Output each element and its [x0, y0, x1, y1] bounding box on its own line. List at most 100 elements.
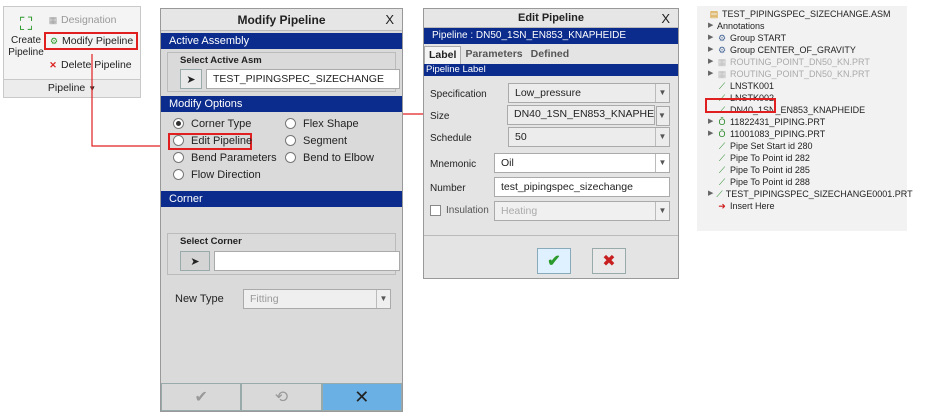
select-corner-button[interactable]: ➤: [180, 251, 210, 271]
radio: [173, 152, 184, 163]
tree-item[interactable]: ⟋ Pipe To Point id 285: [700, 164, 904, 176]
active-assembly-header: Active Assembly: [161, 33, 402, 49]
ok-button[interactable]: ✔: [537, 248, 571, 274]
tree-item-label: 11822431_PIPING.PRT: [730, 117, 826, 127]
asm-icon: ▤: [709, 9, 719, 19]
ok-button[interactable]: ✔: [161, 383, 242, 411]
tab-defined[interactable]: Defined: [527, 46, 574, 64]
part-icon: ▦: [717, 57, 727, 67]
active-asm-group: Select Active Asm ➤ TEST_PIPINGSPEC_SIZE…: [167, 52, 400, 92]
tree-item[interactable]: ⟋ Pipe To Point id 282: [700, 152, 904, 164]
tree-item-label: Pipe To Point id 288: [730, 177, 810, 187]
tree-item-label: Annotations: [717, 21, 765, 31]
tree-item[interactable]: ▶ Annotations: [700, 20, 904, 32]
dialog-title: Edit Pipeline X: [424, 9, 678, 28]
radio: [173, 135, 184, 146]
expand-arrow-icon[interactable]: ▶: [708, 128, 714, 140]
radio: [285, 152, 296, 163]
tree-item[interactable]: ⟋ LNSTK001: [700, 80, 904, 92]
insulation-select[interactable]: Heating ▼: [494, 201, 670, 221]
active-asm-field[interactable]: TEST_PIPINGSPEC_SIZECHANGE: [206, 69, 400, 89]
tree-item[interactable]: ▶ ▦ ROUTING_POINT_DN50_KN.PRT: [700, 68, 904, 80]
number-label: Number: [430, 183, 466, 194]
tab-strip: Label Parameters Defined: [424, 46, 678, 64]
group-icon: ⚙: [717, 33, 727, 43]
pipe-icon: ⟋: [718, 141, 726, 151]
select-corner-field[interactable]: [214, 251, 400, 271]
tree-item-label: TEST_PIPINGSPEC_SIZECHANGE.ASM: [722, 9, 891, 19]
close-icon[interactable]: X: [661, 9, 670, 28]
expand-arrow-icon[interactable]: ▶: [708, 44, 714, 56]
number-field[interactable]: test_pipingspec_sizechange: [494, 177, 670, 197]
tree-item[interactable]: ➜ Insert Here: [700, 200, 904, 212]
modify-options-header: Modify Options: [161, 96, 402, 112]
tree-item[interactable]: ▶ ⟋ TEST_PIPINGSPEC_SIZECHANGE0001.PRT: [700, 188, 913, 200]
group-icon: ⚙: [717, 45, 727, 55]
modify-pipeline-dialog: Modify Pipeline X Active Assembly Select …: [160, 8, 403, 412]
schedule-label: Schedule: [430, 133, 472, 144]
expand-arrow-icon[interactable]: ▶: [708, 20, 714, 32]
option-flow-direction[interactable]: Flow Direction: [173, 169, 261, 186]
tree-item[interactable]: ▶ ⚙ Group CENTER_OF_GRAVITY: [700, 44, 904, 56]
corner-header: Corner: [161, 191, 402, 207]
cancel-button[interactable]: ✕: [321, 383, 402, 411]
radio: [285, 118, 296, 129]
chevron-down-icon: ▼: [655, 128, 669, 146]
fitting-icon: Ō: [718, 117, 726, 127]
tree-item-label: Group CENTER_OF_GRAVITY: [730, 45, 856, 55]
size-select[interactable]: DN40_1SN_EN853_KNAPHEIDE: [507, 105, 655, 125]
tree-item[interactable]: ▶ Ō 11822431_PIPING.PRT: [700, 116, 904, 128]
tree-item-label: 11001083_PIPING.PRT: [730, 129, 826, 139]
select-corner-group: Select Corner ➤: [167, 233, 400, 275]
cancel-button[interactable]: ✖: [592, 248, 626, 274]
option-bend-to-elbow[interactable]: Bend to Elbow: [285, 152, 374, 169]
expand-arrow-icon[interactable]: ▶: [708, 68, 714, 80]
tree-item[interactable]: ⟋ Pipe To Point id 288: [700, 176, 904, 188]
chevron-down-icon: ▼: [655, 154, 669, 172]
option-segment[interactable]: Segment: [285, 135, 347, 152]
option-bend-parameters[interactable]: Bend Parameters: [173, 152, 277, 169]
pipe-icon: ⟋: [716, 189, 723, 199]
fitting-icon: Ō: [718, 129, 726, 139]
tree-item[interactable]: ▤ TEST_PIPINGSPEC_SIZECHANGE.ASM: [700, 8, 904, 20]
select-cursor-button[interactable]: ➤: [180, 69, 202, 89]
radio: [285, 135, 296, 146]
schedule-select[interactable]: 50 ▼: [508, 127, 670, 147]
size-dropdown[interactable]: ▼: [656, 106, 670, 126]
insulation-checkbox[interactable]: Insulation: [430, 205, 489, 216]
tree-item[interactable]: ▶ ▦ ROUTING_POINT_DN50_KN.PRT: [700, 56, 904, 68]
tree-item[interactable]: ⟋ Pipe Set Start id 280: [700, 140, 904, 152]
tree-item-label: Pipe To Point id 282: [730, 153, 810, 163]
edit-pipeline-dialog: Edit Pipeline X Pipeline : DN50_1SN_EN853…: [423, 8, 679, 279]
pipe-icon: ⟋: [718, 165, 726, 175]
insert-arrow-icon: ➜: [718, 201, 726, 211]
pipe-icon: ⟋: [718, 177, 726, 187]
tab-parameters[interactable]: Parameters: [461, 46, 526, 64]
model-tree: ▤ TEST_PIPINGSPEC_SIZECHANGE.ASM ▶ Annotati…: [697, 6, 913, 231]
expand-arrow-icon[interactable]: ▶: [708, 116, 714, 128]
chevron-down-icon: ▼: [658, 111, 666, 120]
option-flex-shape[interactable]: Flex Shape: [285, 118, 359, 135]
pipe-icon: ⟋: [718, 153, 726, 163]
tab-label[interactable]: Label: [424, 46, 462, 64]
radio: [173, 169, 184, 180]
option-edit-pipeline[interactable]: Edit Pipeline: [168, 133, 252, 150]
tree-item[interactable]: ▶ ⚙ Group START: [700, 32, 904, 44]
tree-item[interactable]: ▶ Ō 11001083_PIPING.PRT: [700, 128, 904, 140]
close-icon[interactable]: X: [385, 9, 394, 31]
expand-arrow-icon[interactable]: ▶: [708, 32, 714, 44]
chevron-down-icon: ▼: [655, 84, 669, 102]
apply-button[interactable]: ⟲: [241, 383, 322, 411]
tree-item-label: Pipe Set Start id 280: [730, 141, 813, 151]
dialog-title: Modify Pipeline X: [161, 9, 402, 31]
modify-dialog-buttons: ✔ ⟲ ✕: [161, 383, 402, 411]
part-icon: ▦: [717, 69, 727, 79]
new-type-label: New Type: [175, 293, 224, 305]
mnemonic-select[interactable]: Oil ▼: [494, 153, 670, 173]
lnstk002-highlight: [705, 98, 776, 113]
expand-arrow-icon[interactable]: ▶: [708, 56, 714, 68]
specification-select[interactable]: Low_pressure ▼: [508, 83, 670, 103]
divider: [424, 235, 678, 236]
expand-arrow-icon[interactable]: ▶: [708, 188, 713, 200]
new-type-select[interactable]: Fitting ▼: [243, 289, 391, 309]
